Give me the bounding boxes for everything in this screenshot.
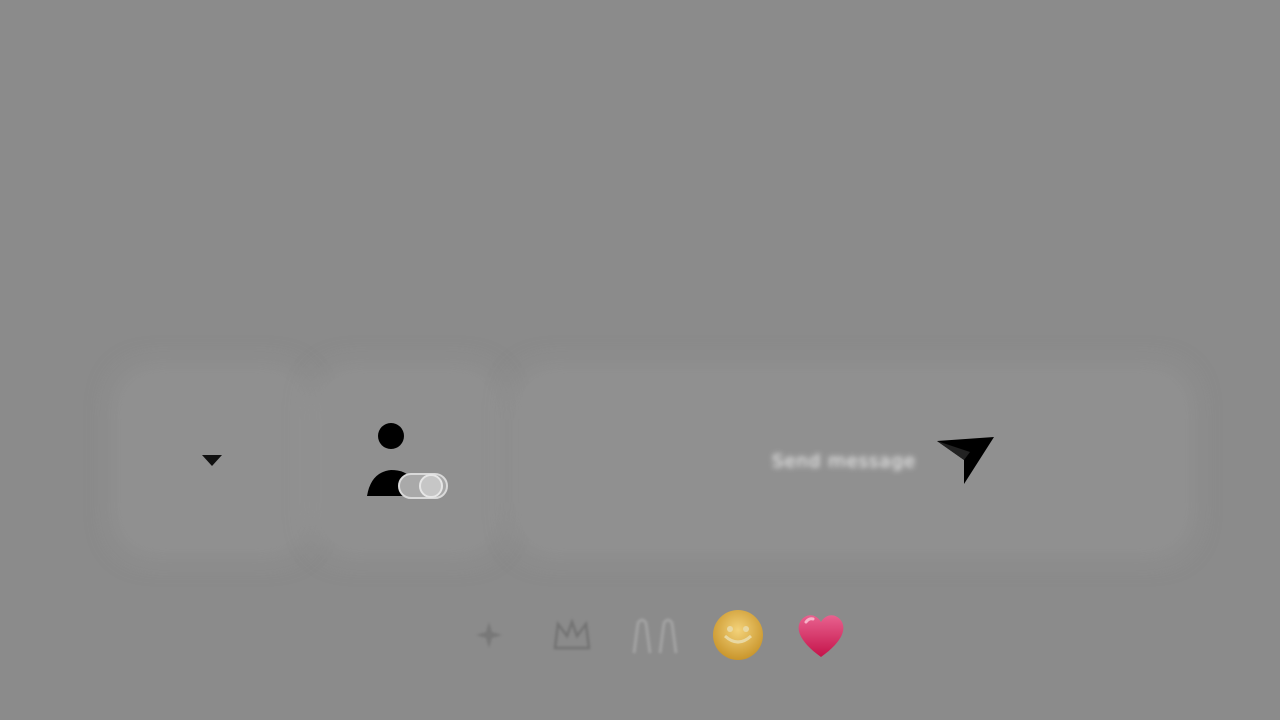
hands-reaction-icon	[632, 618, 678, 654]
app-screen: Send message	[0, 0, 1280, 720]
crown-reaction-icon	[553, 618, 591, 650]
sparkle-reaction-icon	[476, 622, 502, 648]
heart-reaction-icon	[798, 615, 844, 657]
smiley-reaction-icon	[713, 610, 763, 660]
crown-reaction-button[interactable]	[543, 606, 601, 664]
sparkle-reaction-button[interactable]	[460, 606, 518, 664]
paper-plane-icon[interactable]	[934, 434, 996, 488]
contact-toggle-button[interactable]	[322, 376, 492, 546]
heart-reaction-button[interactable]	[792, 606, 850, 664]
reaction-bar	[460, 600, 850, 670]
smiley-reaction-button[interactable]	[709, 606, 767, 664]
hands-reaction-button[interactable]	[626, 606, 684, 664]
person-with-toggle-icon	[367, 423, 448, 499]
send-area: Send message	[772, 434, 996, 488]
message-composer[interactable]: Send message	[522, 376, 1182, 546]
dropdown-button[interactable]	[124, 376, 300, 546]
send-hint-text: Send message	[772, 450, 916, 472]
caret-down-icon	[202, 455, 222, 466]
